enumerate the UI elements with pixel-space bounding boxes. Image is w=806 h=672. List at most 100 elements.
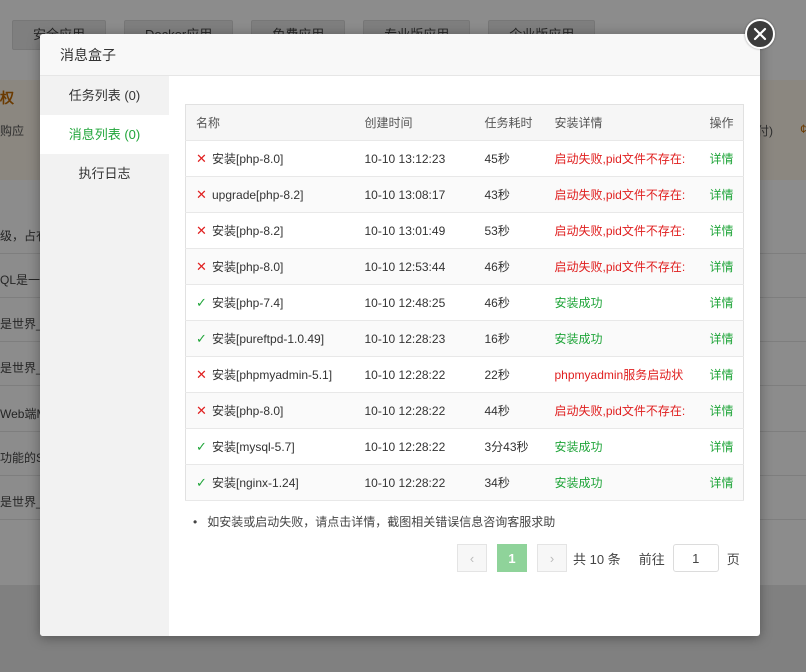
task-name: 安装[pureftpd-1.0.49] — [212, 332, 325, 346]
success-check-icon: ✓ — [196, 331, 207, 346]
cell-name: ✕ 安装[php-8.0] — [185, 140, 355, 177]
column-header-name: 名称 — [185, 104, 355, 141]
message-box-dialog: 消息盒子 任务列表 (0) 消息列表 (0) 执行日志 名称 创建时间 任务耗时… — [40, 34, 760, 636]
detail-link[interactable]: 详情 — [699, 176, 744, 213]
cell-install-detail: phpmyadmin服务启动状 — [544, 356, 700, 393]
fail-cross-icon: ✕ — [196, 223, 207, 238]
cell-name: ✓ 安装[mysql-5.7] — [185, 428, 355, 465]
table-header-row: 名称 创建时间 任务耗时 安装详情 操作 — [185, 104, 744, 141]
table-row: ✓ 安装[pureftpd-1.0.49] 10-10 12:28:23 16秒 安装成… — [185, 320, 744, 357]
cell-duration: 3分43秒 — [474, 428, 545, 465]
table-row: ✓ 安装[php-7.4] 10-10 12:48:25 46秒 安装成功 详情 — [185, 284, 744, 321]
message-list-panel: 名称 创建时间 任务耗时 安装详情 操作 ✕ 安装[php-8.0] 10-10 1… — [185, 104, 744, 530]
cell-created-time: 10-10 12:48:25 — [354, 284, 475, 321]
cell-name: ✓ 安装[nginx-1.24] — [185, 464, 355, 501]
task-name: 安装[php-8.0] — [212, 404, 284, 418]
detail-link[interactable]: 详情 — [699, 248, 744, 285]
column-header-detail: 安装详情 — [544, 104, 700, 141]
detail-link[interactable]: 详情 — [699, 428, 744, 465]
cell-created-time: 10-10 12:28:22 — [354, 428, 475, 465]
detail-link[interactable]: 详情 — [699, 140, 744, 177]
detail-link[interactable]: 详情 — [699, 284, 744, 321]
next-page-button[interactable]: › — [537, 544, 567, 572]
cell-name: ✓ 安装[pureftpd-1.0.49] — [185, 320, 355, 357]
goto-label: 前往 — [638, 551, 665, 567]
dialog-sidebar: 任务列表 (0) 消息列表 (0) 执行日志 — [40, 76, 169, 636]
detail-link[interactable]: 详情 — [699, 320, 744, 357]
cell-duration: 46秒 — [474, 248, 545, 285]
table-row: ✕ 安装[php-8.2] 10-10 13:01:49 53秒 启动失败,pid文件不… — [185, 212, 744, 249]
close-icon[interactable] — [745, 19, 775, 49]
task-name: 安装[php-8.0] — [212, 152, 284, 166]
sidebar-item-execution-log[interactable]: 执行日志 — [40, 154, 169, 193]
cell-duration: 43秒 — [474, 176, 545, 213]
table-row: ✓ 安装[nginx-1.24] 10-10 12:28:22 34秒 安装成功 详情 — [185, 464, 744, 501]
task-name: 安装[nginx-1.24] — [212, 476, 299, 490]
cell-name: ✕ 安装[php-8.2] — [185, 212, 355, 249]
fail-cross-icon: ✕ — [196, 186, 207, 202]
cell-install-detail: 启动失败,pid文件不存在: — [544, 212, 700, 249]
cell-created-time: 10-10 12:28:23 — [354, 320, 475, 357]
success-check-icon: ✓ — [196, 439, 207, 454]
sidebar-item-message-list[interactable]: 消息列表 (0) — [40, 115, 169, 154]
cell-install-detail: 启动失败,pid文件不存在: — [544, 248, 700, 285]
pagination: ‹ 1 › 共 10 条 前往 页 — [457, 544, 740, 572]
column-header-operation: 操作 — [699, 104, 744, 141]
goto-page-input[interactable] — [672, 544, 719, 572]
cell-install-detail: 安装成功 — [544, 284, 700, 321]
cell-duration: 53秒 — [474, 212, 545, 249]
cell-install-detail: 启动失败,pid文件不存在: — [544, 140, 700, 177]
cell-name: ✕ 安装[php-8.0] — [185, 248, 355, 285]
cell-install-detail: 启动失败,pid文件不存在: — [544, 176, 700, 213]
help-tip: 如安装或启动失败，请点击详情，截图相关错误信息咨询客服求助 — [185, 513, 743, 530]
column-header-duration: 任务耗时 — [474, 104, 545, 141]
table-row: ✕ 安装[php-8.0] 10-10 12:53:44 46秒 启动失败,pid文件不… — [185, 248, 744, 285]
detail-link[interactable]: 详情 — [699, 464, 744, 501]
detail-link[interactable]: 详情 — [699, 392, 744, 429]
prev-page-button[interactable]: ‹ — [457, 544, 487, 572]
table-body: ✕ 安装[php-8.0] 10-10 13:12:23 45秒 启动失败,pid文件不… — [185, 140, 744, 501]
cell-name: ✕ 安装[phpmyadmin-5.1] — [185, 356, 355, 393]
column-header-created: 创建时间 — [354, 104, 475, 141]
cell-created-time: 10-10 12:53:44 — [354, 248, 475, 285]
cell-created-time: 10-10 12:28:22 — [354, 356, 475, 393]
cell-created-time: 10-10 13:12:23 — [354, 140, 475, 177]
cell-duration: 45秒 — [474, 140, 545, 177]
message-table: 名称 创建时间 任务耗时 安装详情 操作 ✕ 安装[php-8.0] 10-10 1… — [185, 104, 744, 501]
success-check-icon: ✓ — [196, 475, 207, 490]
cell-install-detail: 启动失败,pid文件不存在: — [544, 392, 700, 429]
cell-duration: 22秒 — [474, 356, 545, 393]
cell-created-time: 10-10 12:28:22 — [354, 464, 475, 501]
table-row: ✕ 安装[php-8.0] 10-10 13:12:23 45秒 启动失败,pid文件不… — [185, 140, 744, 177]
cell-install-detail: 安装成功 — [544, 428, 700, 465]
table-row: ✕ upgrade[php-8.2] 10-10 13:08:17 43秒 启动失败,p… — [185, 176, 744, 213]
table-row: ✕ 安装[phpmyadmin-5.1] 10-10 12:28:22 22秒 phpm… — [185, 356, 744, 393]
fail-cross-icon: ✕ — [196, 259, 207, 274]
cell-created-time: 10-10 13:08:17 — [354, 176, 475, 213]
cell-created-time: 10-10 13:01:49 — [354, 212, 475, 249]
task-name: 安装[mysql-5.7] — [212, 440, 295, 454]
cell-duration: 16秒 — [474, 320, 545, 357]
close-icon-glyph — [753, 27, 767, 41]
cell-name: ✕ 安装[php-8.0] — [185, 392, 355, 429]
fail-cross-icon: ✕ — [196, 151, 207, 166]
cell-duration: 34秒 — [474, 464, 545, 501]
cell-duration: 46秒 — [474, 284, 545, 321]
total-count: 共 10 条 — [573, 551, 621, 567]
cell-name: ✓ 安装[php-7.4] — [185, 284, 355, 321]
page-number-current[interactable]: 1 — [497, 544, 527, 572]
cell-duration: 44秒 — [474, 392, 545, 429]
fail-cross-icon: ✕ — [196, 403, 207, 418]
cell-install-detail: 安装成功 — [544, 320, 700, 357]
task-name: 安装[php-8.0] — [212, 260, 284, 274]
task-name: 安装[php-7.4] — [212, 296, 284, 310]
task-name: 安装[phpmyadmin-5.1] — [212, 368, 333, 382]
table-row: ✓ 安装[mysql-5.7] 10-10 12:28:22 3分43秒 安装成功 详情 — [185, 428, 744, 465]
sidebar-item-task-list[interactable]: 任务列表 (0) — [40, 76, 169, 115]
detail-link[interactable]: 详情 — [699, 212, 744, 249]
detail-link[interactable]: 详情 — [699, 356, 744, 393]
cell-install-detail: 安装成功 — [544, 464, 700, 501]
task-name: 安装[php-8.2] — [212, 224, 284, 238]
cell-created-time: 10-10 12:28:22 — [354, 392, 475, 429]
dialog-title: 消息盒子 — [40, 34, 760, 76]
